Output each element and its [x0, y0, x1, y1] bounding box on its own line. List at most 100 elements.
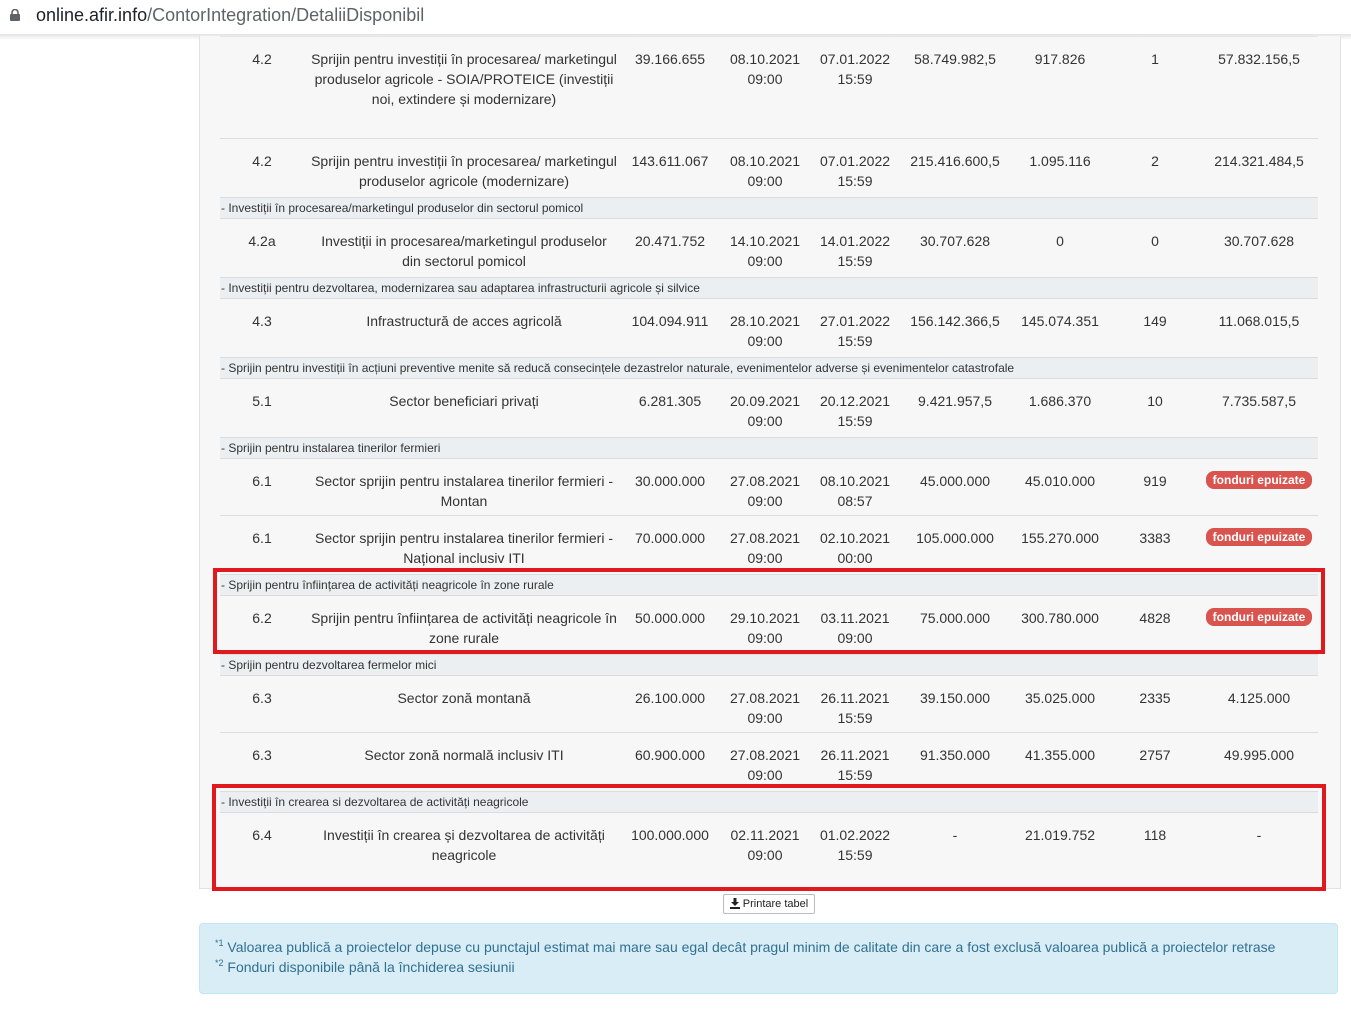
table-row: 6.3 Sector zonă montană 26.100.000 27.08.20…	[220, 675, 1318, 733]
cell-p130-text: 58.749.982,5	[914, 51, 996, 67]
cell-denumire: Sector zonă normală inclusiv ITI	[304, 733, 624, 765]
cell-end: 07.01.2022 15:59	[810, 139, 900, 191]
cell-start-time: 09:00	[747, 253, 783, 269]
cell-denumire: Sector zonă montană	[304, 676, 624, 708]
cell-disponibil-text: 7.735.587,5	[1222, 393, 1296, 409]
cell-alocare-text: 70.000.000	[634, 530, 706, 546]
cell-depuse: 35.025.000	[1010, 676, 1110, 708]
cell-p130: 105.000.000	[900, 516, 1010, 548]
cell-nr: 10	[1110, 379, 1200, 411]
cell-alocare-text: 6.281.305	[638, 393, 702, 409]
cell-alocare: 104.094.911	[624, 299, 716, 331]
cell-start-text: 27.08.2021	[729, 530, 801, 546]
cell-denumire: Investiții in procesarea/marketingul pro…	[304, 219, 624, 271]
cell-depuse-text: 1.686.370	[1028, 393, 1092, 409]
cell-depuse-text: 917.826	[1034, 51, 1086, 67]
cell-end-text: 26.11.2021	[820, 690, 890, 706]
cell-cod: 6.1	[220, 459, 304, 491]
cell-start-time: 09:00	[747, 413, 783, 429]
cell-p130: 45.000.000	[900, 459, 1010, 491]
cell-nr-text: 3383	[1139, 530, 1171, 546]
cell-start-text: 08.10.2021	[729, 51, 801, 67]
cell-cod: 4.2a	[220, 219, 304, 251]
cell-end-time: 15:59	[837, 173, 873, 189]
section-title: - Investiții în procesarea/marketingul p…	[221, 201, 584, 215]
cell-nr: 1	[1110, 37, 1200, 69]
cell-p130: 30.707.628	[900, 219, 1010, 251]
cell-nr-text: 0	[1151, 233, 1159, 249]
cell-denumire-text: Sector beneficiari privați	[389, 393, 539, 409]
cell-denumire: Sprijin pentru investiții în procesarea/…	[304, 37, 624, 109]
cell-alocare-text: 39.166.655	[634, 51, 706, 67]
cell-denumire-text: Investiții in procesarea/marketingul pro…	[321, 233, 607, 269]
cell-depuse: 45.010.000	[1010, 459, 1110, 491]
url-text[interactable]: online.afir.info/ContorIntegration/Detal…	[36, 5, 424, 26]
cell-cod: 6.3	[220, 676, 304, 708]
cell-alocare-text: 143.611.067	[631, 153, 709, 169]
cell-end: 27.01.2022 15:59	[810, 299, 900, 351]
url-host: online.afir.info	[36, 5, 148, 25]
cell-alocare-text: 30.000.000	[634, 473, 706, 489]
footnote-1-text: Valoarea publică a proiectelor depuse cu…	[227, 939, 1276, 955]
cell-disponibil: 57.832.156,5	[1200, 37, 1318, 69]
cell-p130: 58.749.982,5	[900, 37, 1010, 69]
highlight-box-6-2	[213, 568, 1325, 654]
section-title: - Sprijin pentru instalarea tinerilor fe…	[221, 441, 441, 455]
highlight-box-6-4	[212, 784, 1326, 891]
cell-nr: 2757	[1110, 733, 1200, 765]
cell-start-time: 09:00	[747, 767, 783, 783]
cell-start: 27.08.2021 09:00	[720, 733, 810, 785]
cell-p130-text: 9.421.957,5	[918, 393, 992, 409]
cell-disponibil-text: 214.321.484,5	[1214, 153, 1304, 169]
cell-disponibil-text: 11.068.015,5	[1218, 313, 1300, 329]
cell-disponibil-text: 57.832.156,5	[1218, 51, 1300, 67]
cell-nr-text: 2	[1151, 153, 1159, 169]
cell-alocare: 70.000.000	[624, 516, 716, 548]
cell-start: 20.09.2021 09:00	[720, 379, 810, 431]
cell-p130: 156.142.366,5	[900, 299, 1010, 331]
cell-start-time: 09:00	[747, 710, 783, 726]
cell-denumire: Sector beneficiari privați	[304, 379, 624, 411]
cell-start-text: 27.08.2021	[729, 690, 801, 706]
cell-start: 08.10.2021 09:00	[720, 37, 810, 89]
cell-alocare-text: 20.471.752	[634, 233, 706, 249]
cell-end: 08.10.2021 08:57	[810, 459, 900, 511]
cell-p130-text: 91.350.000	[919, 747, 991, 763]
section-header: - Sprijin pentru instalarea tinerilor fe…	[220, 437, 1318, 459]
cell-p130-text: 30.707.628	[919, 233, 991, 249]
url-path: /ContorIntegration/DetaliiDisponibil	[147, 5, 425, 25]
cell-end-time: 15:59	[837, 253, 873, 269]
section-title: - Sprijin pentru investiții în acțiuni p…	[221, 361, 1015, 375]
footnotes-box: *1 Valoarea publică a proiectelor depuse…	[199, 923, 1338, 994]
cell-end-time: 15:59	[837, 710, 873, 726]
cell-denumire-text: Sector zonă normală inclusiv ITI	[364, 747, 564, 763]
cell-alocare-text: 104.094.911	[631, 313, 709, 329]
section-title: - Investiții pentru dezvoltarea, moderni…	[221, 281, 700, 295]
cell-cod-text: 4.3	[252, 313, 272, 329]
cell-nr: 2335	[1110, 676, 1200, 708]
cell-disponibil: 4.125.000	[1200, 676, 1318, 708]
cell-end: 26.11.2021 15:59	[810, 676, 900, 728]
cell-start: 14.10.2021 09:00	[720, 219, 810, 271]
cell-end-time: 15:59	[837, 413, 873, 429]
cell-alocare-text: 60.900.000	[634, 747, 706, 763]
cell-depuse-text: 1.095.116	[1029, 153, 1091, 169]
cell-p130: 9.421.957,5	[900, 379, 1010, 411]
cell-disponibil: 30.707.628	[1200, 219, 1318, 251]
section-header: - Investiții pentru dezvoltarea, moderni…	[220, 277, 1318, 299]
cell-nr-text: 2757	[1139, 747, 1171, 763]
print-table-button[interactable]: Printare tabel	[723, 894, 815, 914]
table-row: 4.2a Investiții in procesarea/marketingul…	[220, 218, 1318, 278]
cell-denumire: Sector sprijin pentru instalarea tineril…	[304, 459, 624, 511]
section-header: - Sprijin pentru dezvoltarea fermelor mi…	[220, 654, 1318, 676]
cell-cod-text: 4.2a	[248, 233, 276, 249]
cell-start-time: 09:00	[747, 333, 783, 349]
cell-denumire-text: Sector zonă montană	[397, 690, 531, 706]
cell-alocare: 30.000.000	[624, 459, 716, 491]
download-icon	[729, 898, 740, 909]
footnote-2-mark: *2	[215, 958, 224, 968]
cell-cod: 6.1	[220, 516, 304, 548]
cell-nr-text: 1	[1151, 51, 1159, 67]
address-bar[interactable]: online.afir.info/ContorIntegration/Detal…	[0, 0, 1351, 34]
cell-depuse-text: 145.074.351	[1021, 313, 1099, 329]
